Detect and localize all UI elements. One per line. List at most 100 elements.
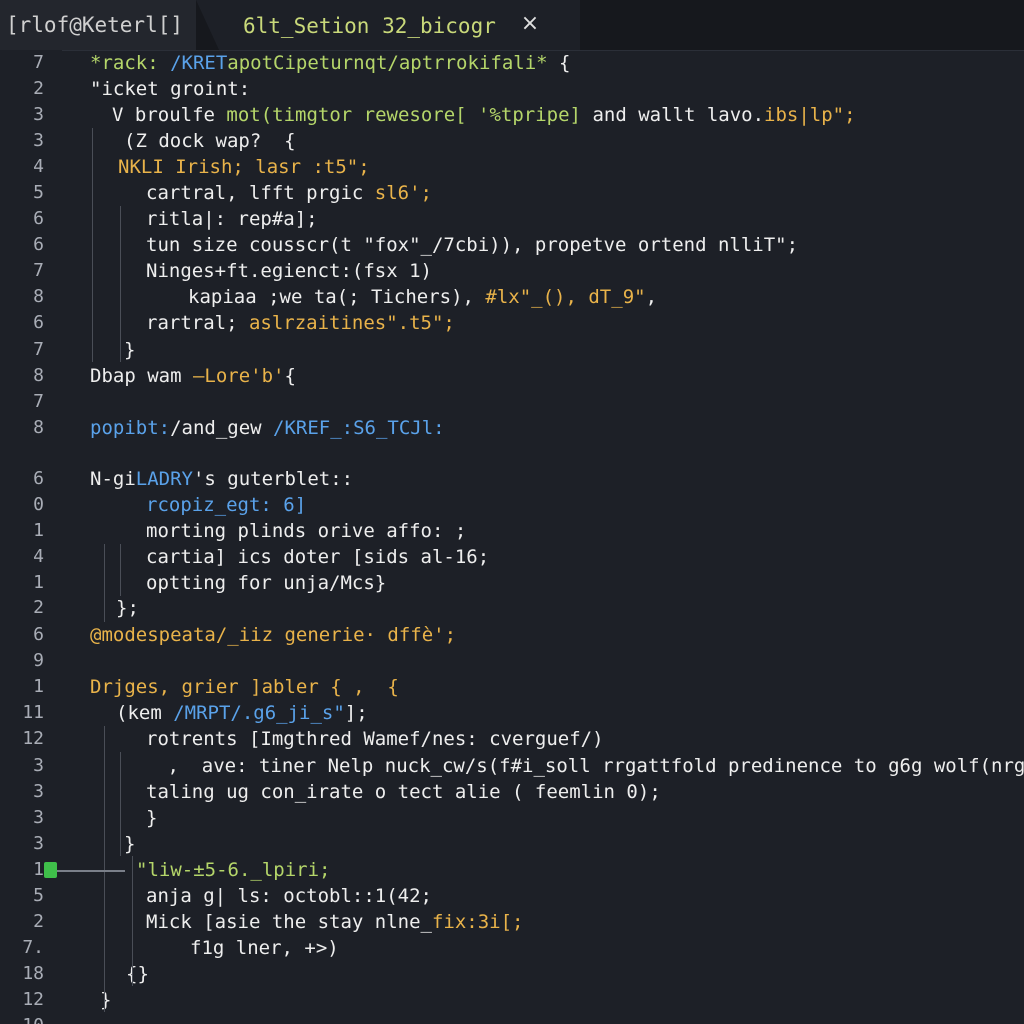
code-token: Drjges, grier ]abler { , { xyxy=(90,676,399,698)
line-number: 7 xyxy=(33,391,44,412)
code-line[interactable]: 3 (Z dock wap? { xyxy=(0,128,1024,154)
code-text: *rack: /KRETapotCipeturnqt/aptrrokifali*… xyxy=(90,50,570,76)
code-token: V broulfe xyxy=(112,104,227,126)
code-token: LADRY xyxy=(135,468,193,490)
code-token: cartia] ics doter [sids al-16; xyxy=(146,546,490,568)
code-text: morting plinds orive affo: ; xyxy=(146,518,466,544)
line-number: 18 xyxy=(22,963,44,984)
code-token: {} xyxy=(126,963,149,985)
code-line[interactable] xyxy=(0,441,1024,467)
code-line[interactable]: 9 xyxy=(0,648,1024,674)
code-line[interactable]: 4 NKLI Irish; lasr :t5"; xyxy=(0,154,1024,180)
code-line[interactable]: 1 optting for unja/Mcs} xyxy=(0,570,1024,596)
code-token: Dbap wam xyxy=(90,365,193,387)
code-line[interactable]: 2 "icket groint: xyxy=(0,76,1024,102)
code-line[interactable]: 3 , ave: tiner Nelp nuck_cw/s(f#i_soll r… xyxy=(0,753,1024,779)
code-line[interactable]: 18 {} xyxy=(0,961,1024,987)
line-number: 3 xyxy=(33,130,44,151)
breakpoint-marker-icon[interactable] xyxy=(44,862,57,878)
code-line[interactable]: 1 morting plinds orive affo: ; xyxy=(0,518,1024,544)
code-text: f1g lner, +>) xyxy=(190,935,339,961)
code-token: NKLI Irish; lasr :t5"; xyxy=(118,156,370,178)
line-number: 6 xyxy=(33,312,44,333)
code-token: }; xyxy=(116,597,139,619)
code-token: } xyxy=(146,807,158,829)
code-text: "icket groint: xyxy=(90,76,250,102)
indent-guide xyxy=(132,856,133,986)
line-number: 10 xyxy=(0,1013,44,1024)
code-line[interactable]: 3 taling ug con_irate o tect alie ( feeml… xyxy=(0,779,1024,805)
code-line[interactable]: 3} xyxy=(0,805,1024,831)
code-token: 's guterblet:: xyxy=(192,468,354,490)
code-token: , xyxy=(645,286,658,308)
code-line[interactable]: 7 *rack: /KRETapotCipeturnqt/aptrrokifali… xyxy=(0,50,1024,76)
indent-guide xyxy=(120,544,121,596)
code-token: cartral, lfft prgic xyxy=(146,182,375,204)
code-text: Mick [asie the stay nlne_fix:3i[; xyxy=(146,909,524,935)
code-text: Drjges, grier ]abler { , { xyxy=(90,674,399,700)
code-line[interactable]: 12 rotrents [Imgthred Wamef/nes: cverguef… xyxy=(0,726,1024,752)
code-line[interactable]: 1 Drjges, grier ]abler { , { xyxy=(0,674,1024,700)
indent-guide xyxy=(120,206,121,362)
code-token: ritla|: rep#a]; xyxy=(146,208,318,230)
code-token: apotCipeturnqt/aptrrokifali* xyxy=(227,52,548,74)
code-line[interactable]: 11 (kem /MRPT/.g6_ji_s"]; xyxy=(0,700,1024,726)
code-line[interactable]: 7 Ninges+ft.egienct:(fsx 1) xyxy=(0,258,1024,284)
code-token: rartral; xyxy=(146,312,249,334)
code-text: tun size cousscr(t "fox"_/7cbi)), propet… xyxy=(146,232,798,258)
code-line[interactable]: 10 xyxy=(0,1013,1024,1024)
code-text: }; xyxy=(116,595,139,621)
line-number: 9 xyxy=(33,650,44,671)
tab-active[interactable]: 6lt_Setion 32_bicogr × xyxy=(196,0,580,50)
code-line[interactable]: 5 anja g| ls: octobl::1(42; xyxy=(0,883,1024,909)
code-line[interactable]: 5 cartral, lfft prgic sl6'; xyxy=(0,180,1024,206)
code-line[interactable]: 7. f1g lner, +>) xyxy=(0,935,1024,961)
code-line[interactable]: 2}; xyxy=(0,595,1024,621)
code-line[interactable]: 3} xyxy=(0,831,1024,857)
code-line[interactable]: 2 Mick [asie the stay nlne_fix:3i[; xyxy=(0,909,1024,935)
code-token: , ave: tiner Nelp nuck_cw/s(f#i_soll rrg… xyxy=(156,755,1024,777)
code-token: optting for unja/Mcs} xyxy=(146,572,387,594)
line-number: 3 xyxy=(33,781,44,802)
code-line[interactable]: 6 tun size cousscr(t "fox"_/7cbi)), prope… xyxy=(0,232,1024,258)
code-text: kapiaa ;we ta(; Tichers), #lx"_(), dT_9"… xyxy=(188,284,657,310)
code-token: } xyxy=(124,339,136,361)
code-text: popibt:/and_gew /KREF_:S6_TCJl: xyxy=(90,415,445,441)
code-area[interactable]: 7 *rack: /KRETapotCipeturnqt/aptrrokifali… xyxy=(0,50,1024,1024)
code-line[interactable]: 6 rartral; aslrzaitines".t5"; xyxy=(0,310,1024,336)
code-text: } xyxy=(100,987,111,1013)
code-line[interactable]: 8 kapiaa ;we ta(; Tichers), #lx"_(), dT_9… xyxy=(0,284,1024,310)
code-line[interactable]: 6 N-giLADRY's guterblet:: xyxy=(0,466,1024,492)
close-icon[interactable]: × xyxy=(518,12,542,36)
line-number: 6 xyxy=(33,468,44,489)
code-token: rotrents [Imgthred Wamef/nes: cverguef/) xyxy=(146,728,604,750)
code-line[interactable]: 12} xyxy=(0,987,1024,1013)
code-text: optting for unja/Mcs} xyxy=(146,570,386,596)
line-number: 1 xyxy=(33,676,44,697)
code-line[interactable]: 3 V broulfe mot(timgtor rewesore[ '%tprip… xyxy=(0,102,1024,128)
code-token: N-gi xyxy=(90,468,136,490)
code-text: rartral; aslrzaitines".t5"; xyxy=(146,310,455,336)
code-token: @modespeata/_iiz generie· dffè'; xyxy=(90,624,457,646)
code-text: rotrents [Imgthred Wamef/nes: cverguef/) xyxy=(146,726,604,752)
line-number: 0 xyxy=(33,494,44,515)
code-line[interactable]: 4 cartia] ics doter [sids al-16; xyxy=(0,544,1024,570)
code-text: , ave: tiner Nelp nuck_cw/s(f#i_soll rrg… xyxy=(156,753,1024,779)
code-line[interactable]: 8 Dbap wam —Lore'b'{ xyxy=(0,363,1024,389)
code-line[interactable]: 8 popibt:/and_gew /KREF_:S6_TCJl: xyxy=(0,415,1024,441)
code-line[interactable]: 6 ritla|: rep#a]; xyxy=(0,206,1024,232)
code-line[interactable]: 1 "liw-±5-6._lpiri; xyxy=(0,857,1024,883)
code-token: #lx"_(), dT_9" xyxy=(485,286,646,308)
code-token: and wallt lavo. xyxy=(581,104,765,126)
code-token: Mick [asie the stay nlne_ xyxy=(146,911,432,933)
tab-inactive[interactable]: [rlof@Keterl[] xyxy=(0,0,196,50)
code-token: f1g lner, +>) xyxy=(190,937,339,959)
code-text: } xyxy=(146,805,157,831)
code-line[interactable]: 7 xyxy=(0,389,1024,415)
code-line[interactable]: 6 @modespeata/_iiz generie· dffè'; xyxy=(0,622,1024,648)
code-text: ritla|: rep#a]; xyxy=(146,206,318,232)
code-line[interactable]: 7} xyxy=(0,337,1024,363)
line-number: 5 xyxy=(33,885,44,906)
line-number: 7. xyxy=(22,937,44,958)
code-line[interactable]: 0 rcopiz_egt: 6] xyxy=(0,492,1024,518)
